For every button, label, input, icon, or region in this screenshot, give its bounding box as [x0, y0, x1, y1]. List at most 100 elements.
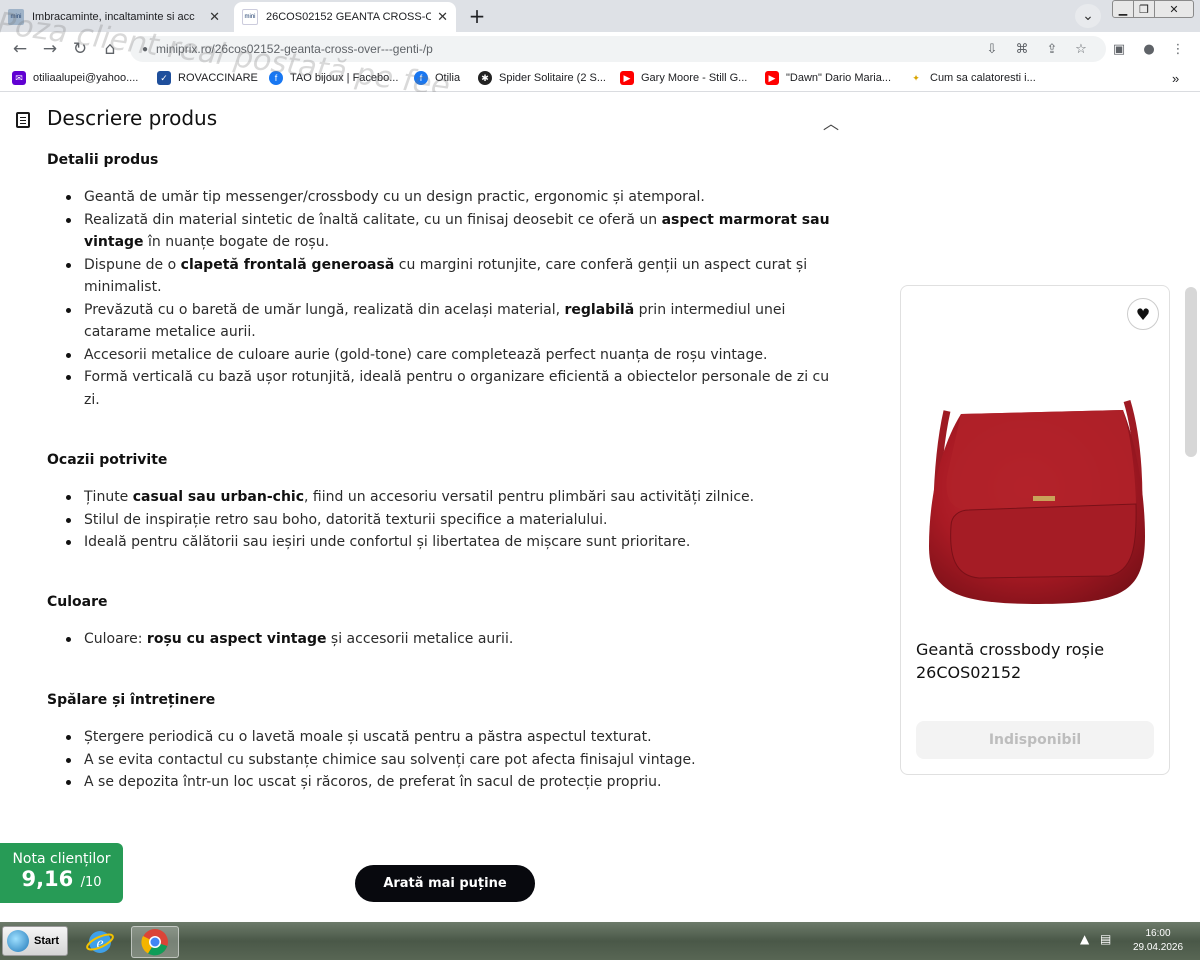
bullet-list: Ștergere periodică cu o lavetă moale și …: [66, 726, 846, 794]
lock-icon: ●: [142, 43, 149, 55]
bookmark-yahoo[interactable]: ✉ otiliaalupei@yahoo....: [12, 71, 138, 85]
screen: { "browser": { "tabs": [ {"label": "Imbr…: [0, 0, 1200, 960]
bullet-item: Formă verticală cu bază ușor rotunjită, …: [66, 366, 846, 411]
bullet-list: Ținute casual sau urban-chic, fiind un a…: [66, 486, 846, 554]
rating-value: 9,16 /10: [0, 867, 123, 891]
youtube-icon: ▶: [765, 71, 779, 85]
bullet-item: Accesorii metalice de culoare aurie (gol…: [66, 344, 846, 367]
bullet-item: Dispune de o clapetă frontală generoasă …: [66, 254, 846, 299]
start-label: Start: [34, 935, 60, 947]
rating-number: 9,16: [21, 867, 74, 891]
restore-button[interactable]: ❐: [1133, 0, 1155, 18]
forward-button[interactable]: →: [38, 37, 62, 61]
close-tab-icon[interactable]: ✕: [437, 9, 448, 25]
product-card[interactable]: ♥ Geantă crossbody roșie 26COS02152 Indi…: [900, 285, 1170, 775]
menu-icon[interactable]: ⋮: [1168, 39, 1188, 59]
product-image[interactable]: [909, 386, 1163, 616]
tray-expand-icon[interactable]: ▲: [1080, 932, 1089, 946]
facebook-icon: f: [414, 71, 428, 85]
group-heading: Culoare: [47, 594, 108, 610]
collapse-chevron-icon[interactable]: ︿: [823, 110, 839, 134]
bullet-item: A se evita contactul cu substanțe chimic…: [66, 749, 846, 772]
bookmark-gary-moore[interactable]: ▶ Gary Moore - Still G...: [620, 71, 747, 85]
group-heading: Spălare și întreținere: [47, 692, 216, 708]
windows-taskbar: Start e ▲ ▤ 16:00 29.04.2026: [0, 922, 1200, 960]
browser-tab-strip: mini Imbracaminte, incaltaminte si acc ✕…: [0, 0, 1200, 32]
windows-orb-icon: [7, 930, 29, 952]
bookmark-star-icon[interactable]: ☆: [1071, 39, 1091, 59]
share-icon[interactable]: ⇪: [1042, 39, 1062, 59]
bookmark-label: Cum sa calatoresti i...: [930, 72, 1036, 84]
tab-search-button[interactable]: ⌄: [1075, 4, 1101, 28]
scrollbar-thumb[interactable]: [1185, 287, 1197, 457]
new-tab-button[interactable]: +: [464, 4, 490, 28]
more-bookmarks-icon[interactable]: »: [1172, 71, 1179, 86]
bullet-item: Ținute casual sau urban-chic, fiind un a…: [66, 486, 846, 509]
back-button[interactable]: ←: [8, 37, 32, 61]
bullet-item: Realizată din material sintetic de înalt…: [66, 209, 846, 254]
reload-button[interactable]: ↻: [68, 37, 92, 61]
show-less-button[interactable]: Arată mai puține: [355, 865, 535, 902]
bookmark-label: ROVACCINARE: [178, 72, 258, 84]
bookmark-spider-solitaire[interactable]: ✱ Spider Solitaire (2 S...: [478, 71, 606, 85]
bookmark-label: Otilia: [435, 72, 461, 84]
url-domain: miniprix.ro: [156, 42, 212, 56]
tab-clothing[interactable]: mini Imbracaminte, incaltaminte si acc ✕: [0, 2, 228, 32]
wand-icon: ✦: [909, 71, 923, 85]
side-panel-icon[interactable]: ▣: [1109, 39, 1129, 59]
profile-icon[interactable]: ●: [1139, 39, 1159, 59]
customer-rating-badge[interactable]: Nota clienților 9,16 /10: [0, 843, 123, 903]
yahoo-mail-icon: ✉: [12, 71, 26, 85]
bookmark-rovaccinare[interactable]: ✓ ROVACCINARE: [157, 71, 258, 85]
bookmark-label: TAO bijoux | Facebo...: [290, 72, 399, 84]
favorite-heart-icon[interactable]: ♥: [1127, 298, 1159, 330]
clock-date: 29.04.2026: [1132, 942, 1184, 953]
tab-title: Imbracaminte, incaltaminte si acc: [32, 11, 195, 23]
bookmark-label: "Dawn" Dario Maria...: [786, 72, 892, 84]
unavailable-button[interactable]: Indisponibil: [916, 721, 1154, 759]
bookmark-dawn[interactable]: ▶ "Dawn" Dario Maria...: [765, 71, 891, 85]
internet-explorer-icon[interactable]: e: [76, 926, 124, 958]
bookmark-label: Spider Solitaire (2 S...: [499, 72, 606, 84]
bullet-item: Ideală pentru călătorii sau ieșiri unde …: [66, 531, 846, 554]
page-content: Descriere produs ︿ Detalii produs Geantă…: [0, 92, 1200, 922]
minimize-button[interactable]: ▁: [1112, 0, 1134, 18]
facebook-icon: f: [269, 71, 283, 85]
bookmark-label: Gary Moore - Still G...: [641, 72, 748, 84]
translate-icon[interactable]: ⌘: [1012, 39, 1032, 59]
bullet-item: Ștergere periodică cu o lavetă moale și …: [66, 726, 846, 749]
close-tab-icon[interactable]: ✕: [209, 9, 220, 25]
bullet-list: Culoare: roșu cu aspect vintage și acces…: [66, 628, 846, 651]
install-app-icon[interactable]: ⇩: [982, 39, 1002, 59]
group-heading: Detalii produs: [47, 152, 159, 168]
tab-product[interactable]: mini 26COS02152 GEANTA CROSS-OV ✕: [234, 2, 456, 32]
chrome-icon[interactable]: [131, 926, 179, 958]
group-heading: Ocazii potrivite: [47, 452, 168, 468]
product-name[interactable]: Geantă crossbody roșie 26COS02152: [916, 638, 1156, 684]
bullet-item: A se depozita într-un loc uscat și răcor…: [66, 771, 846, 794]
description-doc-icon: [16, 112, 30, 128]
network-icon[interactable]: ▤: [1100, 932, 1111, 946]
bullet-item: Culoare: roșu cu aspect vintage și acces…: [66, 628, 846, 651]
bullet-item: Geantă de umăr tip messenger/crossbody c…: [66, 186, 846, 209]
start-button[interactable]: Start: [2, 926, 68, 956]
youtube-icon: ▶: [620, 71, 634, 85]
rovaccinare-icon: ✓: [157, 71, 171, 85]
system-clock[interactable]: 16:00 29.04.2026: [1127, 927, 1189, 955]
section-title: Descriere produs: [47, 106, 218, 130]
home-button[interactable]: ⌂: [98, 37, 122, 61]
close-window-button[interactable]: ✕: [1154, 0, 1194, 18]
url-path: /26cos02152-geanta-cross-over---genti-/p: [211, 42, 433, 56]
bullet-item: Stilul de inspirație retro sau boho, dat…: [66, 509, 846, 532]
miniprix-favicon-icon: mini: [242, 9, 258, 25]
bookmark-otilia[interactable]: f Otilia: [414, 71, 460, 85]
address-bar[interactable]: ● miniprix.ro/26cos02152-geanta-cross-ov…: [130, 36, 1106, 62]
clock-time: 16:00: [1145, 928, 1171, 939]
bookmark-tao-bijoux[interactable]: f TAO bijoux | Facebo...: [269, 71, 398, 85]
bookmark-cum-sa-calatoresti[interactable]: ✦ Cum sa calatoresti i...: [909, 71, 1036, 85]
bullet-list: Geantă de umăr tip messenger/crossbody c…: [66, 186, 846, 411]
rating-label: Nota clienților: [12, 851, 111, 867]
bookmarks-bar: ✉ otiliaalupei@yahoo.... ✓ ROVACCINARE f TA…: [0, 66, 1200, 92]
bookmark-label: otiliaalupei@yahoo....: [33, 72, 139, 84]
tab-title: 26COS02152 GEANTA CROSS-OV: [266, 11, 432, 23]
